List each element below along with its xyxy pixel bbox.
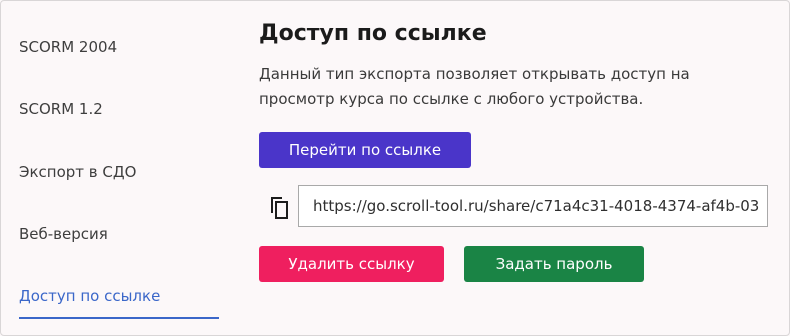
sidebar-item-scorm-2004[interactable]: SCORM 2004: [19, 38, 117, 56]
sidebar-item-lms-export[interactable]: Экспорт в СДО: [19, 163, 136, 181]
share-link-field[interactable]: https://go.scroll-tool.ru/share/c71a4c31…: [298, 185, 768, 227]
delete-link-button[interactable]: Удалить ссылку: [259, 246, 444, 282]
copy-icon[interactable]: [268, 196, 290, 220]
sidebar-item-link-access[interactable]: Доступ по ссылке: [19, 287, 160, 305]
active-tab-indicator: [19, 317, 219, 319]
page-description: Данный тип экспорта позволяет открывать …: [259, 65, 690, 108]
sidebar-item-web-version[interactable]: Веб-версия: [19, 225, 108, 243]
sidebar-item-scorm-1-2[interactable]: SCORM 1.2: [19, 100, 103, 118]
page-title: Доступ по ссылке: [259, 21, 487, 46]
goto-link-button[interactable]: Перейти по ссылке: [259, 132, 471, 168]
set-password-button[interactable]: Задать пароль: [464, 246, 644, 282]
